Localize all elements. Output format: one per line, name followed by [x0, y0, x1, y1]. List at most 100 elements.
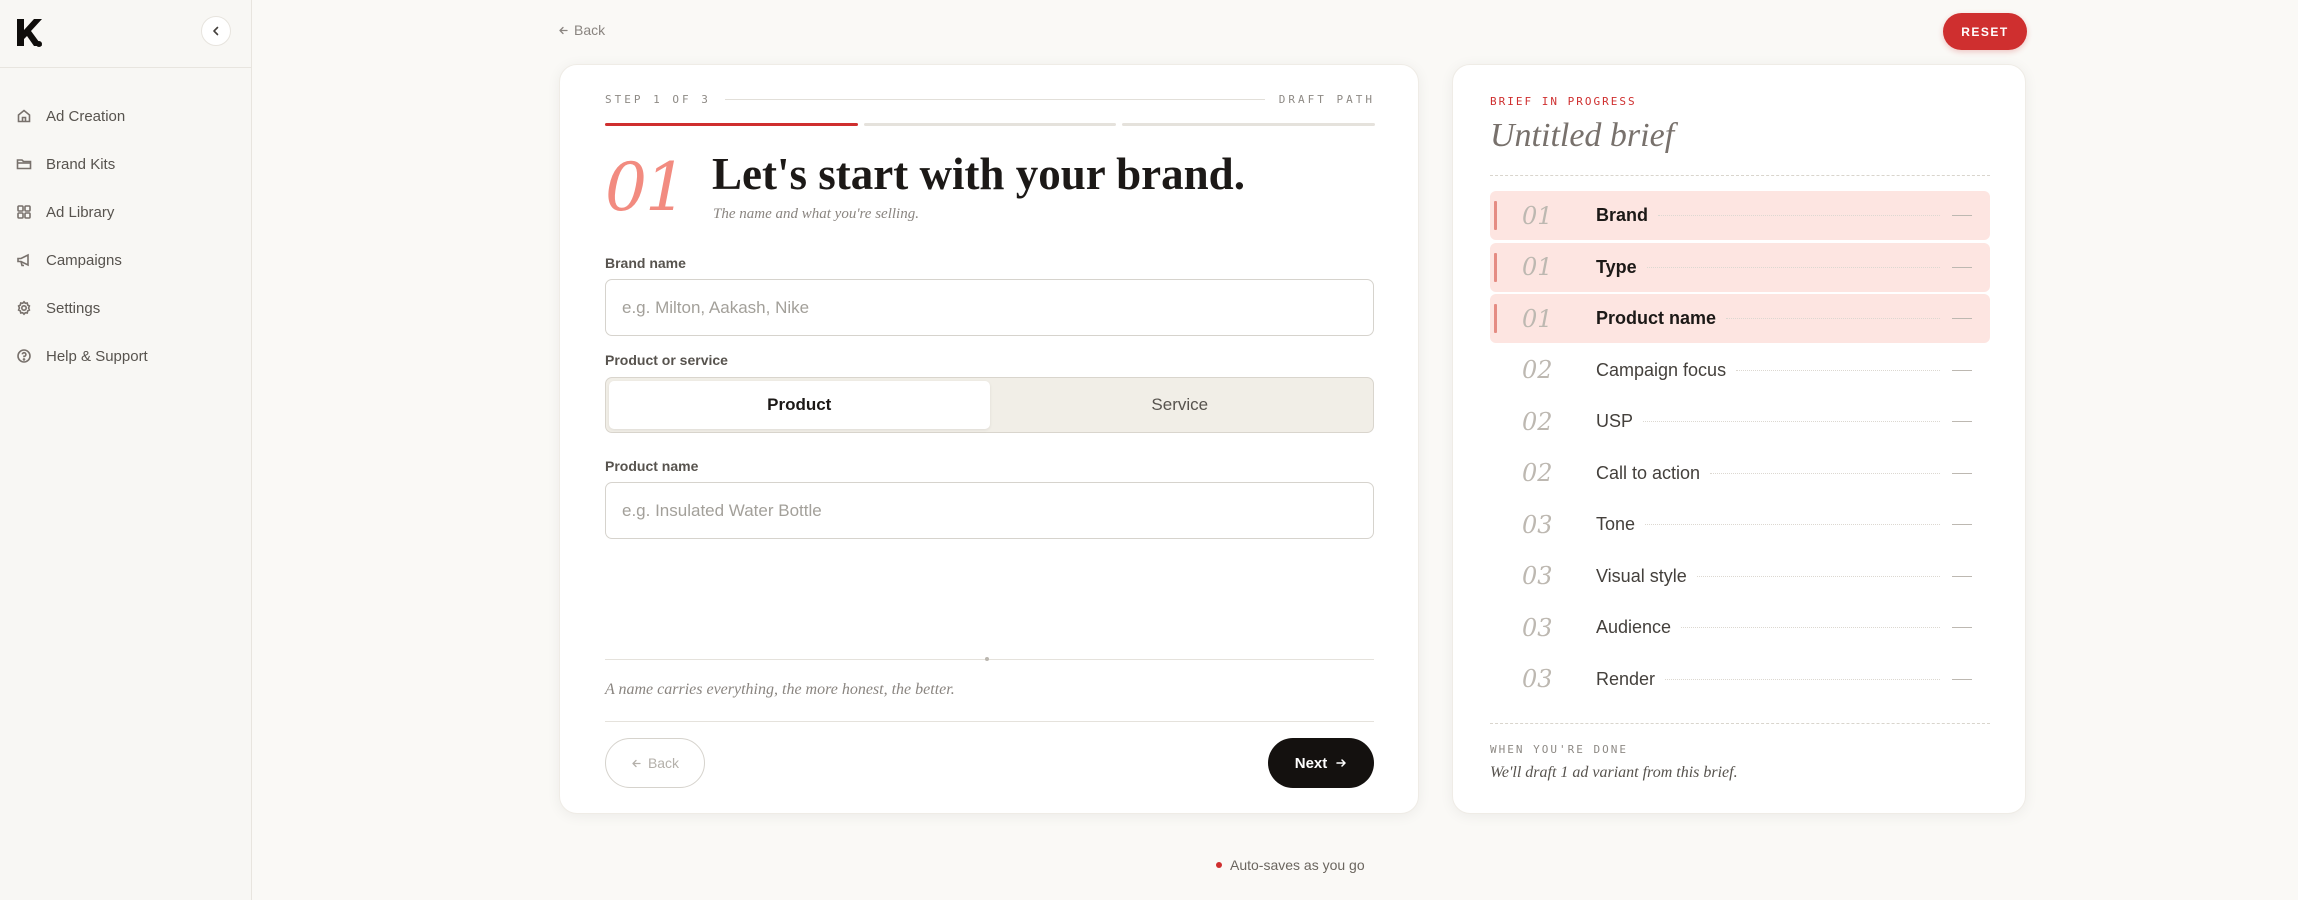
product-name-input[interactable] — [605, 482, 1374, 539]
brief-item-value — [1952, 318, 1972, 319]
toggle-option-product[interactable]: Product — [609, 381, 990, 429]
collapse-sidebar-button[interactable] — [201, 16, 231, 46]
page-subtitle: The name and what you're selling. — [713, 206, 919, 222]
sidebar-divider — [0, 67, 251, 68]
dotted-leader — [1736, 369, 1940, 371]
brief-item-step: 02 — [1522, 356, 1553, 384]
progress-segment-3 — [1122, 123, 1376, 126]
brief-item-value — [1952, 421, 1972, 422]
dotted-leader — [1643, 421, 1940, 422]
brief-item-value — [1952, 369, 1972, 371]
divider — [605, 721, 1374, 722]
completed-marker — [1494, 304, 1497, 333]
step-divider — [724, 99, 1265, 100]
completed-marker — [1494, 252, 1497, 282]
product-service-toggle: Product Service — [605, 377, 1374, 433]
brief-item-step: 03 — [1522, 665, 1553, 693]
dotted-leader — [1681, 627, 1940, 628]
brand-name-label: Brand name — [605, 255, 686, 271]
toggle-option-service[interactable]: Service — [990, 381, 1371, 429]
brief-item-value — [1952, 575, 1972, 577]
back-button-label: Back — [647, 755, 680, 771]
sidebar-item-label: Settings — [46, 299, 101, 317]
sidebar-item-help-support[interactable]: Help & Support — [16, 332, 148, 380]
arrow-right-icon — [1336, 759, 1346, 767]
brief-item-row: 02 Call to action — [1490, 449, 1990, 498]
brand-name-input[interactable] — [605, 279, 1374, 336]
brief-eyebrow: BRIEF IN PROGRESS — [1490, 95, 1637, 108]
brief-item-row: 01 Product name — [1490, 294, 1990, 343]
sidebar-item-brand-kits[interactable]: Brand Kits — [16, 140, 148, 188]
brief-item-label: Call to action — [1596, 462, 1701, 483]
sidebar-nav: Ad Creation Brand Kits Ad Library Campai… — [16, 92, 148, 380]
brief-item-label: Campaign focus — [1596, 359, 1727, 380]
step-indicator: STEP 1 OF 3 DRAFT PATH — [605, 93, 1375, 106]
brief-summary-panel: BRIEF IN PROGRESS Untitled brief 01 Brand… — [1452, 64, 2026, 814]
brief-item-value — [1952, 472, 1972, 474]
product-name-label: Product name — [605, 458, 699, 474]
brief-item-row: 03 Render — [1490, 655, 1990, 704]
dotted-leader — [1646, 266, 1940, 268]
dotted-leader — [1665, 678, 1940, 680]
brief-item-value — [1952, 266, 1972, 268]
brief-item-step: 03 — [1522, 562, 1553, 590]
back-button[interactable]: Back — [605, 738, 705, 788]
brief-item-label: Tone — [1596, 514, 1636, 534]
brief-item-row: 03 Audience — [1490, 603, 1990, 652]
arrow-left-icon — [559, 26, 568, 34]
helper-tip: A name carries everything, the more hone… — [605, 681, 955, 698]
brief-item-row: 03 Visual style — [1490, 552, 1990, 601]
page-title: Let's start with your brand. — [712, 149, 1245, 199]
sidebar-item-ad-creation[interactable]: Ad Creation — [16, 92, 148, 140]
dotted-leader — [1726, 318, 1940, 319]
brief-item-row: 03 Tone — [1490, 500, 1990, 549]
help-icon — [17, 349, 31, 363]
sidebar-item-campaigns[interactable]: Campaigns — [16, 236, 148, 284]
dotted-leader — [1658, 215, 1940, 216]
brief-item-step: 01 — [1522, 253, 1553, 281]
brief-footer-text: We'll draft 1 ad variant from this brief… — [1490, 764, 1738, 781]
brief-item-step: 03 — [1522, 510, 1553, 539]
brief-item-label: Visual style — [1596, 565, 1687, 586]
brand-step-card: STEP 1 OF 3 DRAFT PATH 01 Let's start wi… — [559, 64, 1419, 814]
brief-item-value — [1952, 678, 1972, 680]
divider — [605, 659, 1374, 660]
brief-item-row: 01 Type — [1490, 242, 1990, 292]
next-button[interactable]: Next — [1268, 738, 1374, 788]
brief-item-step: 01 — [1522, 304, 1553, 333]
draft-path-label: DRAFT PATH — [1278, 93, 1375, 106]
brief-item-value — [1952, 627, 1972, 628]
step-label: STEP 1 OF 3 — [605, 93, 711, 106]
brief-title: Untitled brief — [1490, 117, 1675, 154]
reset-button[interactable]: RESET — [1943, 13, 2027, 50]
autosave-indicator: Auto-saves as you go — [1216, 857, 1365, 873]
sidebar-item-settings[interactable]: Settings — [16, 284, 148, 332]
sidebar-item-label: Campaigns — [46, 251, 122, 269]
brief-item-value — [1952, 215, 1972, 216]
status-dot — [1216, 862, 1222, 868]
dotted-leader — [1696, 575, 1940, 577]
completed-marker — [1494, 201, 1497, 230]
brief-item-label: Brand — [1596, 205, 1649, 225]
chevron-left-icon — [213, 26, 219, 36]
sidebar-item-label: Ad Library — [46, 203, 115, 221]
k-logo-icon[interactable] — [14, 16, 48, 50]
brief-item-value — [1952, 524, 1972, 525]
brief-item-label: Product name — [1596, 308, 1717, 328]
sidebar-item-label: Ad Creation — [46, 107, 126, 125]
next-button-label: Next — [1294, 754, 1328, 772]
brief-item-label: Audience — [1596, 617, 1672, 637]
dashed-divider — [1490, 175, 1990, 176]
back-link[interactable]: Back — [558, 22, 605, 38]
sidebar-item-ad-library[interactable]: Ad Library — [16, 188, 148, 236]
brief-item-step: 01 — [1522, 201, 1553, 230]
sidebar-item-label: Help & Support — [46, 347, 148, 365]
dashed-divider — [1490, 723, 1990, 724]
brief-item-label: USP — [1596, 411, 1634, 431]
divider-dot — [985, 657, 989, 661]
product-or-service-label: Product or service — [605, 352, 728, 368]
back-link-label: Back — [574, 22, 606, 38]
brief-item-step: 02 — [1522, 459, 1553, 487]
folder-icon — [16, 159, 32, 170]
step-progress-bar — [605, 123, 1376, 126]
